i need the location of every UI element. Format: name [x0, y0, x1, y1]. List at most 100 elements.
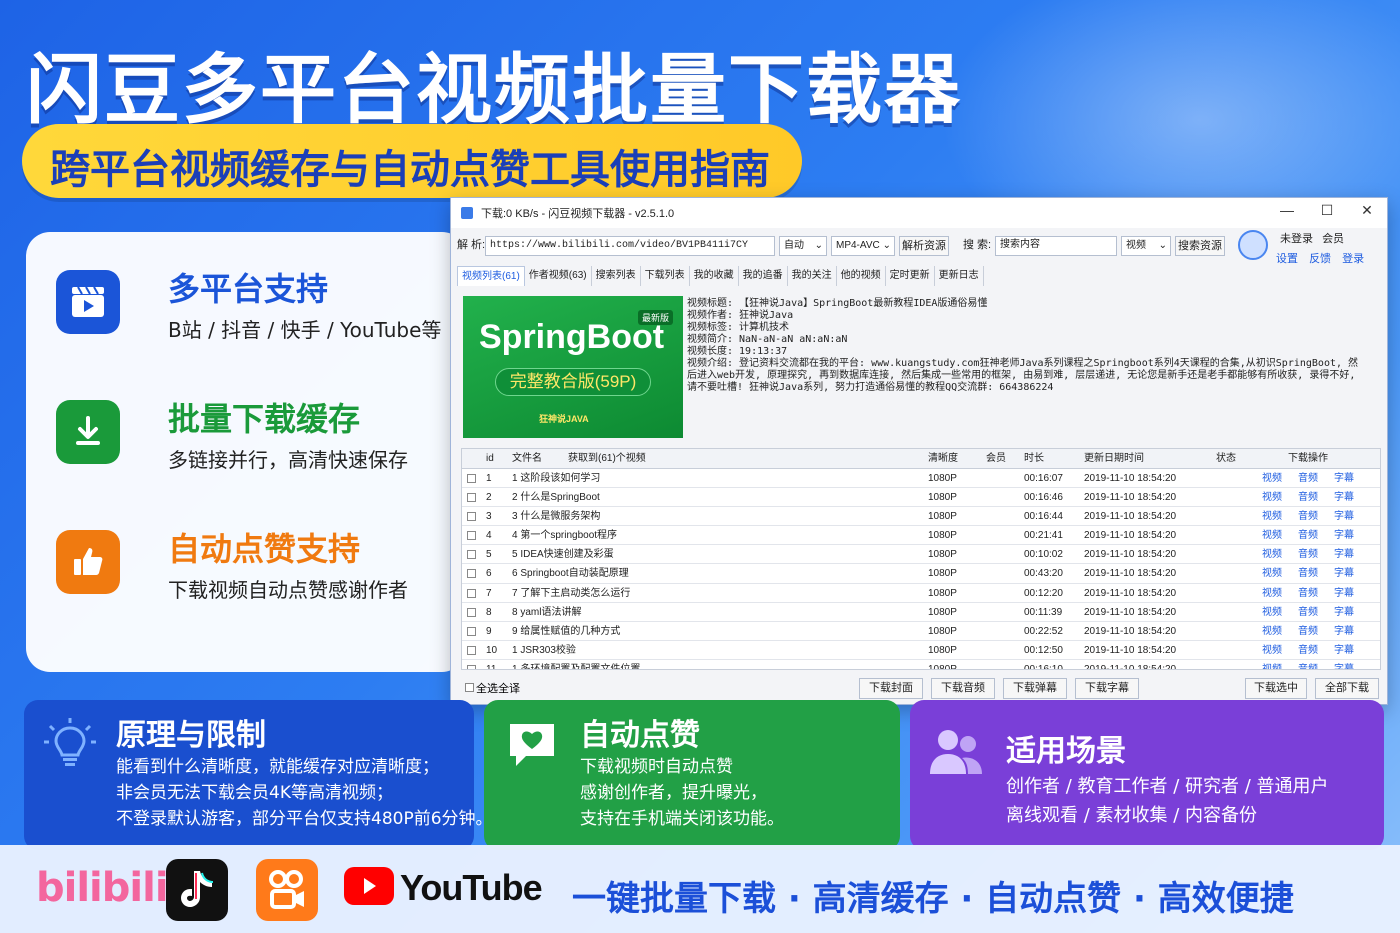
table-row[interactable]: 9 9 给属性赋值的几种方式 1080P 00:22:52 2019-11-10 18:… [462, 622, 1380, 641]
url-input[interactable]: https://www.bilibili.com/video/BV1PB411i… [485, 236, 775, 256]
tab-followed-series[interactable]: 我的追番 [739, 266, 788, 286]
row-checkbox[interactable] [467, 607, 476, 617]
row-audio-link[interactable]: 音频 [1298, 660, 1318, 669]
download-selected-button[interactable]: 下载选中 [1245, 678, 1307, 699]
tab-changelog[interactable]: 更新日志 [935, 266, 984, 286]
download-audio-button[interactable]: 下载音频 [931, 678, 995, 699]
row-audio-link[interactable]: 音频 [1298, 545, 1318, 564]
row-video-link[interactable]: 视频 [1262, 564, 1282, 583]
row-subtitle-link[interactable]: 字幕 [1334, 507, 1354, 526]
row-quality: 1080P [928, 587, 957, 599]
tab-author-videos[interactable]: 作者视频(63) [525, 266, 592, 286]
row-audio-link[interactable]: 音频 [1298, 564, 1318, 583]
row-checkbox[interactable] [467, 512, 476, 522]
panel-text: 下载视频时自动点赞 感谢创作者，提升曝光， 支持在手机端关闭该功能。 [580, 757, 784, 829]
download-subtitle-button[interactable]: 下载字幕 [1075, 678, 1139, 699]
row-video-link[interactable]: 视频 [1262, 507, 1282, 526]
table-row[interactable]: 6 6 Springboot自动装配原理 1080P 00:43:20 2019-11-… [462, 564, 1380, 584]
row-subtitle-link[interactable]: 字幕 [1334, 469, 1354, 488]
row-audio-link[interactable]: 音频 [1298, 622, 1318, 641]
row-video-link[interactable]: 视频 [1262, 603, 1282, 622]
tab-scheduled-update[interactable]: 定时更新 [886, 266, 935, 286]
settings-link[interactable]: 设置 [1276, 253, 1298, 265]
feedback-link[interactable]: 反馈 [1309, 253, 1331, 265]
row-audio-link[interactable]: 音频 [1298, 488, 1318, 507]
download-danmaku-button[interactable]: 下载弹幕 [1003, 678, 1067, 699]
minimize-icon[interactable]: — [1267, 202, 1307, 224]
select-all-checkbox[interactable]: 全选全译 [465, 680, 520, 696]
row-checkbox[interactable] [467, 550, 476, 560]
row-duration: 00:16:46 [1024, 492, 1063, 504]
row-subtitle-link[interactable]: 字幕 [1334, 545, 1354, 564]
row-checkbox[interactable] [467, 588, 476, 598]
row-subtitle-link[interactable]: 字幕 [1334, 660, 1354, 669]
row-video-link[interactable]: 视频 [1262, 545, 1282, 564]
table-header: id 文件名 获取到(61)个视频 清晰度 会员 时长 更新日期时间 状态 下载… [462, 449, 1380, 469]
table-row[interactable]: 1 1 这阶段该如何学习 1080P 00:16:07 2019-11-10 18:54… [462, 469, 1380, 489]
row-checkbox[interactable] [467, 531, 476, 541]
download-cover-button[interactable]: 下载封面 [859, 678, 923, 699]
row-subtitle-link[interactable]: 字幕 [1334, 603, 1354, 622]
tab-their-videos[interactable]: 他的视频 [837, 266, 886, 286]
row-checkbox[interactable] [467, 493, 476, 503]
search-button[interactable]: 搜索资源 [1175, 236, 1225, 256]
kuaishou-logo-icon [256, 859, 318, 921]
download-all-button[interactable]: 全部下载 [1315, 678, 1379, 699]
row-subtitle-link[interactable]: 字幕 [1334, 526, 1354, 545]
row-video-link[interactable]: 视频 [1262, 622, 1282, 641]
tab-video-list[interactable]: 视频列表(61) [457, 266, 525, 286]
window-title: 下载:0 KB/s - 闪豆视频下载器 - v2.5.1.0 [481, 208, 675, 220]
row-subtitle-link[interactable]: 字幕 [1334, 488, 1354, 507]
row-subtitle-link[interactable]: 字幕 [1334, 584, 1354, 603]
tab-following[interactable]: 我的关注 [788, 266, 837, 286]
row-checkbox[interactable] [467, 664, 476, 669]
row-audio-link[interactable]: 音频 [1298, 603, 1318, 622]
row-audio-link[interactable]: 音频 [1298, 507, 1318, 526]
table-row[interactable]: 5 5 IDEA快速创建及彩蛋 1080P 00:10:02 2019-11-10 18… [462, 545, 1380, 565]
table-row[interactable]: 10 1 JSR303校验 1080P 00:12:50 2019-11-10 18:5… [462, 641, 1380, 660]
login-link[interactable]: 登录 [1342, 253, 1364, 265]
close-icon[interactable]: ✕ [1347, 202, 1387, 224]
row-subtitle-link[interactable]: 字幕 [1334, 622, 1354, 641]
avatar[interactable] [1238, 230, 1268, 260]
search-type-select[interactable]: 视频 ⌄ [1121, 236, 1171, 256]
table-row[interactable]: 8 8 yaml语法讲解 1080P 00:11:39 2019-11-10 18:54… [462, 603, 1380, 622]
row-video-link[interactable]: 视频 [1262, 584, 1282, 603]
tab-favorites[interactable]: 我的收藏 [690, 266, 739, 286]
row-name: 9 给属性赋值的几种方式 [512, 625, 621, 637]
row-checkbox[interactable] [467, 645, 476, 655]
maximize-icon[interactable]: ☐ [1307, 202, 1347, 224]
row-subtitle-link[interactable]: 字幕 [1334, 564, 1354, 583]
row-audio-link[interactable]: 音频 [1298, 526, 1318, 545]
table-row[interactable]: 11 1 多环境配置及配置文件位置 1080P 00:16:10 2019-11-10 … [462, 660, 1380, 670]
parse-button[interactable]: 解析资源 [899, 236, 949, 256]
table-row[interactable]: 2 2 什么是SpringBoot 1080P 00:16:46 2019-11-10 … [462, 488, 1380, 508]
video-info: 视频标题: 【狂神说Java】SpringBoot最新教程IDEA版通俗易懂 视… [687, 298, 1359, 393]
user-status: 未登录 会员 [1280, 233, 1345, 245]
row-audio-link[interactable]: 音频 [1298, 641, 1318, 660]
tab-download-list[interactable]: 下载列表 [641, 266, 690, 286]
mode-select[interactable]: 自动 ⌄ [779, 236, 827, 256]
row-audio-link[interactable]: 音频 [1298, 584, 1318, 603]
tab-search-list[interactable]: 搜索列表 [592, 266, 641, 286]
panel-auto-like: 自动点赞 下载视频时自动点赞 感谢创作者，提升曝光， 支持在手机端关闭该功能。 [484, 700, 900, 850]
table-row[interactable]: 4 4 第一个springboot程序 1080P 00:21:41 2019-11-1… [462, 526, 1380, 546]
table-row[interactable]: 7 7 了解下主启动类怎么运行 1080P 00:12:20 2019-11-10 18… [462, 584, 1380, 603]
row-audio-link[interactable]: 音频 [1298, 469, 1318, 488]
row-checkbox[interactable] [467, 569, 476, 579]
youtube-play-icon [344, 867, 394, 905]
row-subtitle-link[interactable]: 字幕 [1334, 641, 1354, 660]
search-input[interactable]: 搜索内容 [995, 236, 1117, 256]
row-video-link[interactable]: 视频 [1262, 488, 1282, 507]
table-row[interactable]: 3 3 什么是微服务架构 1080P 00:16:44 2019-11-10 18:54… [462, 507, 1380, 527]
row-checkbox[interactable] [467, 626, 476, 636]
codec-select[interactable]: MP4-AVC ⌄ [831, 236, 895, 256]
panel-title: 适用场景 [1006, 734, 1126, 769]
row-video-link[interactable]: 视频 [1262, 660, 1282, 669]
thumbnail-brand: 狂神说JAVA [539, 414, 589, 424]
row-name: 1 多环境配置及配置文件位置 [512, 663, 641, 670]
row-video-link[interactable]: 视频 [1262, 469, 1282, 488]
row-video-link[interactable]: 视频 [1262, 641, 1282, 660]
row-checkbox[interactable] [467, 474, 476, 483]
row-video-link[interactable]: 视频 [1262, 526, 1282, 545]
